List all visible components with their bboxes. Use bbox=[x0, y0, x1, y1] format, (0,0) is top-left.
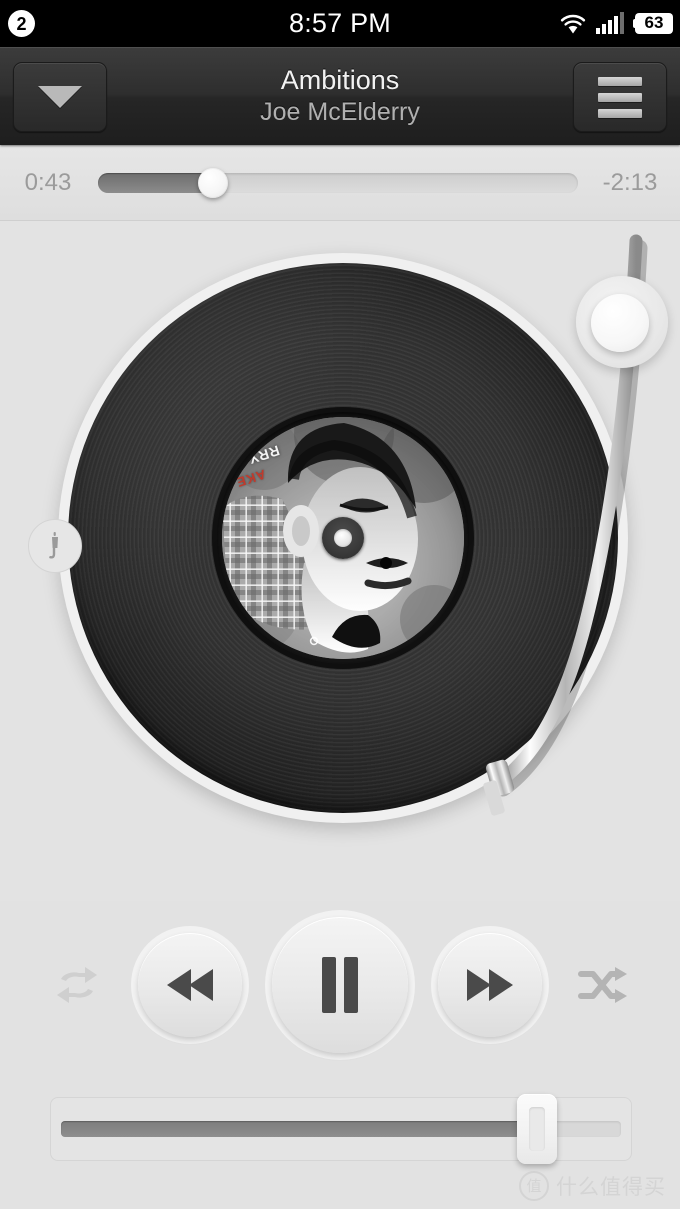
progress-bar-row: 0:43 -2:13 bbox=[0, 145, 680, 221]
wifi-icon bbox=[559, 13, 587, 35]
play-pause-button[interactable] bbox=[272, 917, 408, 1053]
volume-slider[interactable] bbox=[50, 1094, 632, 1164]
watermark-text: 什么值得买 bbox=[556, 1176, 666, 1199]
status-bar-right: 63 bbox=[559, 0, 673, 47]
cellular-signal-icon bbox=[596, 11, 624, 34]
volume-thumb[interactable] bbox=[517, 1094, 557, 1164]
seek-slider[interactable] bbox=[98, 167, 578, 198]
remaining-time-label: -2:13 bbox=[602, 168, 658, 196]
album-art-red-text: AKE bbox=[234, 466, 269, 491]
previous-track-button[interactable] bbox=[138, 933, 242, 1037]
now-playing-titles: Ambitions Joe McElderry bbox=[120, 47, 560, 145]
track-title: Ambitions bbox=[280, 65, 400, 95]
vinyl-record-outer-rim: AKE RRY bbox=[58, 253, 628, 823]
transport-controls bbox=[0, 901, 680, 1069]
shuffle-button[interactable] bbox=[560, 942, 646, 1028]
music-player-screen: 2 8:57 PM 63 Ambitions Joe McElderry 0:4… bbox=[0, 0, 680, 1209]
repeat-icon bbox=[57, 967, 97, 1003]
shuffle-icon bbox=[578, 967, 627, 1003]
collapse-player-button[interactable] bbox=[13, 62, 107, 132]
tonearm-needle-icon bbox=[45, 532, 65, 560]
pause-icon bbox=[322, 957, 358, 1013]
hamburger-menu-icon bbox=[598, 76, 642, 118]
rewind-icon bbox=[167, 969, 213, 1001]
album-art-white-text: RRY bbox=[246, 442, 282, 468]
tonearm-pivot-knob[interactable] bbox=[591, 294, 649, 352]
next-track-button[interactable] bbox=[438, 933, 542, 1037]
record-spindle bbox=[322, 517, 364, 559]
vinyl-record[interactable]: AKE RRY bbox=[68, 263, 618, 813]
elapsed-time-label: 0:43 bbox=[24, 168, 72, 196]
status-bar: 2 8:57 PM 63 bbox=[0, 0, 680, 47]
watermark-logo: 值 bbox=[519, 1171, 549, 1201]
watermark: 值 什么值得买 bbox=[519, 1171, 666, 1201]
chevron-down-icon bbox=[38, 86, 82, 108]
battery-icon: 63 bbox=[633, 12, 673, 35]
track-artist: Joe McElderry bbox=[260, 98, 420, 126]
seek-thumb[interactable] bbox=[198, 167, 229, 198]
navigation-bar: Ambitions Joe McElderry bbox=[0, 47, 680, 145]
volume-fill bbox=[61, 1121, 537, 1137]
fast-forward-icon bbox=[467, 969, 513, 1001]
repeat-button[interactable] bbox=[34, 942, 120, 1028]
turntable-stage: AKE RRY bbox=[0, 221, 680, 901]
record-spindle-hole bbox=[334, 529, 352, 547]
seek-fill bbox=[98, 172, 214, 193]
menu-button[interactable] bbox=[573, 62, 667, 132]
battery-level-label: 63 bbox=[635, 12, 673, 35]
tonearm-needle-button[interactable] bbox=[28, 519, 82, 573]
